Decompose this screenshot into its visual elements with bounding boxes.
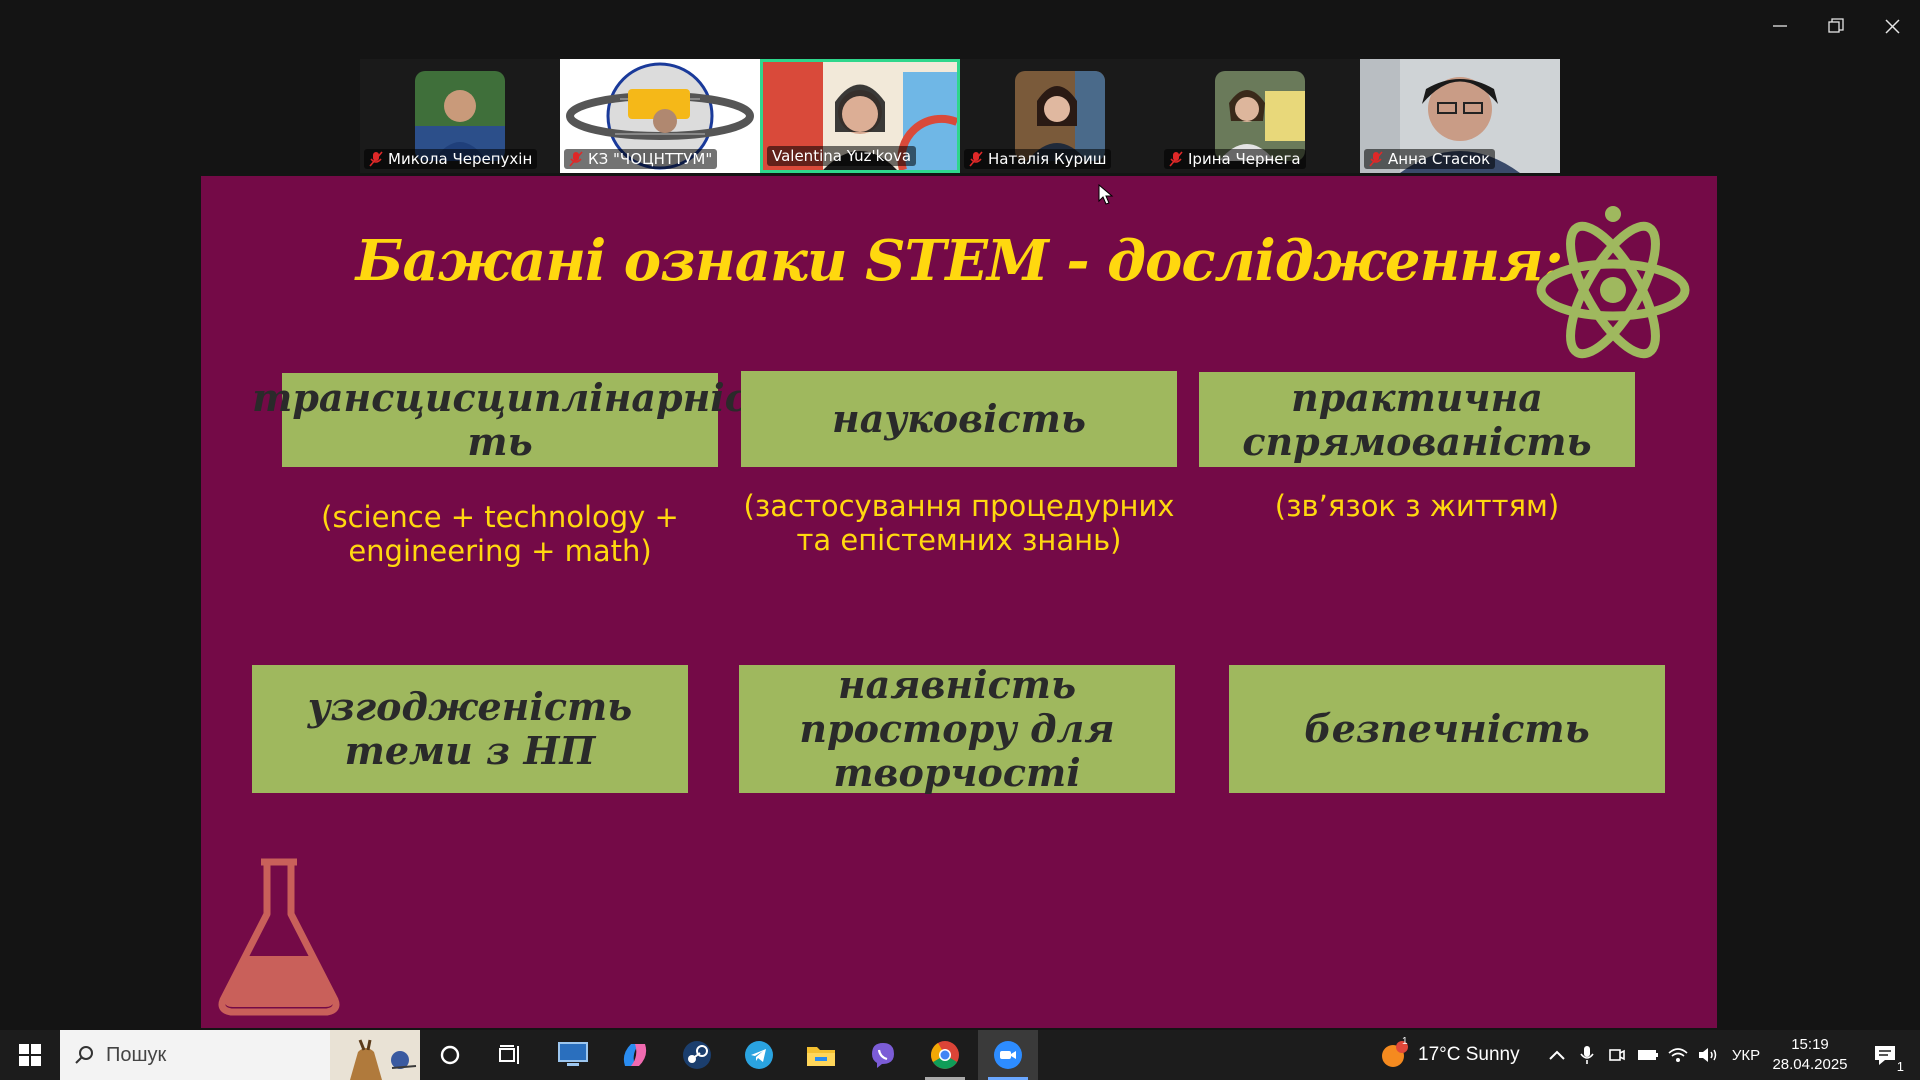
participant-name: Микола Черепухін [388, 150, 533, 168]
criteria-note: (зв’язок з життям) [1274, 489, 1560, 523]
criteria-card: узгодженість теми з НП [252, 665, 688, 793]
taskbar-app-copilot[interactable] [612, 1030, 658, 1080]
participant-tile[interactable]: Наталія Куриш [960, 59, 1160, 173]
telegram-icon [745, 1041, 773, 1069]
taskbar-app-file-explorer[interactable] [798, 1030, 844, 1080]
search-placeholder: Пошук [106, 1043, 167, 1066]
search-highlight-illustration [330, 1030, 420, 1080]
cortana-icon [440, 1045, 460, 1065]
participant-name: Ірина Чернега [1188, 150, 1301, 168]
viber-icon [872, 1043, 894, 1068]
participant-tile[interactable]: Микола Черепухін [360, 59, 560, 173]
language-indicator[interactable]: УКР [1726, 1030, 1766, 1080]
flask-icon [218, 858, 340, 1016]
weather-widget[interactable]: 1 17°C Sunny [1380, 1030, 1530, 1080]
mic-muted-icon [1169, 151, 1183, 167]
volume-icon [1699, 1048, 1717, 1062]
participant-video [1215, 71, 1305, 161]
criteria-card: трансцисциплінарніс ть [252, 373, 748, 467]
start-button[interactable] [6, 1030, 54, 1080]
clock-date: 28.04.2025 [1772, 1056, 1848, 1073]
volume-tray-button[interactable] [1694, 1030, 1722, 1080]
remote-desktop-icon [558, 1042, 588, 1066]
participant-name-bar: Анна Стасюк [1364, 149, 1496, 169]
microphone-tray-button[interactable] [1574, 1030, 1600, 1080]
minimize-button[interactable] [1752, 0, 1808, 52]
search-icon [75, 1046, 93, 1064]
window-controls [1752, 0, 1920, 52]
task-view-icon [499, 1045, 519, 1064]
participant-tile[interactable]: Анна Стасюк [1360, 59, 1560, 173]
participant-strip: Микола Черепухін КЗ "ЧОЦНТТУМ" Valentina… [360, 59, 1560, 173]
notification-center-button[interactable]: 1 [1860, 1030, 1910, 1080]
notification-count: 1 [1896, 1059, 1904, 1074]
participant-name-bar: Ірина Чернега [1164, 149, 1306, 169]
participant-name-bar: Valentina Yuz'kova [767, 146, 917, 166]
language-label: УКР [1731, 1046, 1761, 1064]
task-view-button[interactable] [488, 1030, 532, 1080]
clock-time: 15:19 [1791, 1036, 1829, 1053]
minimize-icon [1773, 25, 1787, 27]
cortana-button[interactable] [430, 1030, 470, 1080]
participant-name: Анна Стасюк [1388, 150, 1491, 168]
wifi-icon [1668, 1048, 1688, 1062]
criteria-card: науковість [741, 371, 1177, 467]
atom-icon [1536, 206, 1690, 359]
folder-icon [807, 1047, 835, 1066]
weather-badge: 1 [1402, 1036, 1408, 1047]
battery-tray-button[interactable] [1634, 1030, 1662, 1080]
camera-tray-button[interactable] [1604, 1030, 1630, 1080]
notification-icon [1875, 1046, 1895, 1065]
steam-icon [683, 1041, 711, 1069]
mic-muted-icon [569, 151, 583, 167]
restore-button[interactable] [1808, 0, 1864, 52]
participant-video [415, 71, 505, 161]
mouse-cursor [1098, 184, 1114, 205]
mic-muted-icon [969, 151, 983, 167]
show-hidden-icons-button[interactable] [1544, 1030, 1570, 1080]
criteria-note: (застосування процедурних та епістемних … [743, 489, 1175, 557]
participant-tile[interactable]: КЗ "ЧОЦНТТУМ" [560, 59, 760, 173]
taskbar-app-remote-desktop[interactable] [550, 1030, 596, 1080]
participant-tile[interactable]: Ірина Чернега [1160, 59, 1360, 173]
taskbar-search-box[interactable]: Пошук [60, 1030, 420, 1080]
participant-video [1015, 71, 1105, 161]
taskbar-app-viber[interactable] [860, 1030, 906, 1080]
taskbar-app-zoom[interactable] [978, 1030, 1038, 1080]
mic-muted-icon [1369, 151, 1383, 167]
taskbar: Пошук 1 17°C Sunny УКР 15:19 28.04.2025 … [0, 1030, 1920, 1080]
criteria-card: наявність простору для творчості [739, 663, 1175, 795]
criteria-card: практична спрямованість [1199, 372, 1635, 467]
camera-icon [1609, 1049, 1625, 1061]
chrome-icon [931, 1041, 959, 1069]
restore-icon [1828, 18, 1844, 33]
clock[interactable]: 15:19 28.04.2025 [1768, 1030, 1852, 1080]
microphone-icon [1580, 1046, 1594, 1064]
participant-name-bar: КЗ "ЧОЦНТТУМ" [564, 149, 718, 169]
shared-screen-slide: Бажані ознаки STEM - дослідження: трансц… [201, 176, 1717, 1028]
close-icon [1884, 18, 1900, 34]
criteria-card: безпечність [1229, 665, 1665, 793]
close-button[interactable] [1864, 0, 1920, 52]
taskbar-app-telegram[interactable] [736, 1030, 782, 1080]
participant-tile-active-speaker[interactable]: Valentina Yuz'kova [760, 59, 960, 173]
participant-name-bar: Наталія Куриш [964, 149, 1112, 169]
taskbar-app-steam[interactable] [674, 1030, 720, 1080]
participant-name: Valentina Yuz'kova [772, 147, 912, 165]
chevron-up-icon [1549, 1050, 1565, 1060]
criteria-note: (science + technology + engineering + ma… [321, 500, 679, 568]
copilot-icon [623, 1044, 647, 1066]
taskbar-app-chrome[interactable] [922, 1030, 968, 1080]
wifi-tray-button[interactable] [1664, 1030, 1692, 1080]
participant-name-bar: Микола Черепухін [364, 149, 538, 169]
mic-muted-icon [369, 151, 383, 167]
battery-icon [1638, 1050, 1658, 1060]
windows-icon [19, 1044, 41, 1066]
zoom-icon [994, 1041, 1022, 1069]
slide-title: Бажані ознаки STEM - дослідження: [355, 228, 1564, 294]
weather-text: 17°C Sunny [1418, 1044, 1520, 1065]
participant-name: КЗ "ЧОЦНТТУМ" [588, 150, 713, 168]
participant-name: Наталія Куриш [988, 150, 1107, 168]
